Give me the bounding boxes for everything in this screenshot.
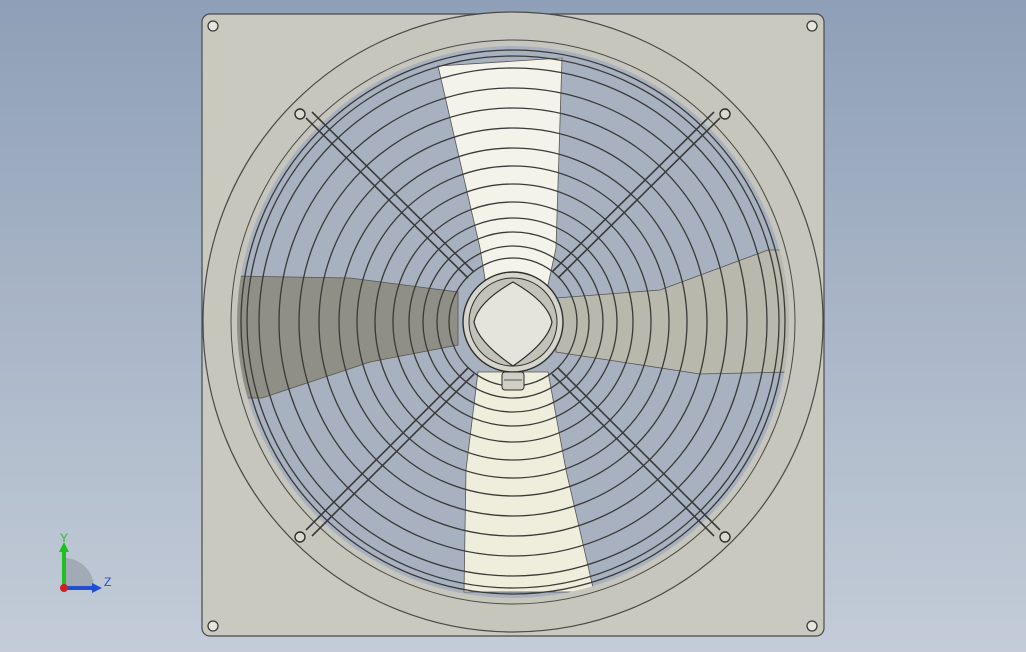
x-axis-dot [60, 584, 68, 592]
bolt-bottom-left-icon [207, 620, 219, 632]
guard-bolt-icon [719, 108, 731, 120]
cable-gland [501, 371, 525, 391]
z-axis-arrow [92, 583, 102, 593]
z-axis-label: Z [104, 575, 111, 589]
bolt-top-left-icon [207, 20, 219, 32]
y-axis-label: Y [60, 531, 68, 545]
guard-bolt-icon [719, 531, 731, 543]
cad-viewport[interactable] [0, 0, 1026, 652]
bolt-bottom-right-icon [806, 620, 818, 632]
guard-bolt-icon [294, 108, 306, 120]
bolt-top-right-icon [806, 20, 818, 32]
coordinate-triad-icon: Y Z [59, 531, 111, 593]
guard-bolt-icon [294, 531, 306, 543]
